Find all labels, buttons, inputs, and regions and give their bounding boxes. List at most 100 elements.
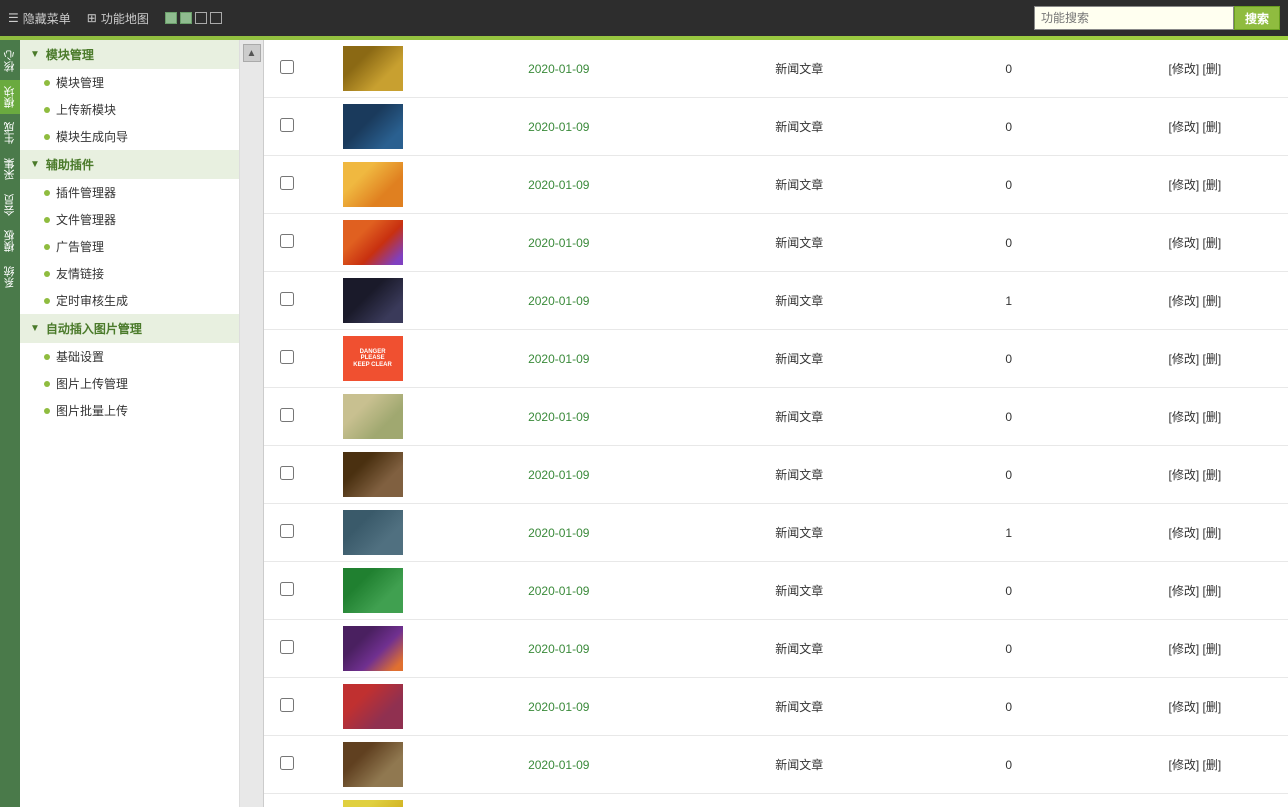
sidebar-section-image[interactable]: ▼ 自动插入图片管理	[20, 314, 239, 343]
sidebar-section-plugin[interactable]: ▼ 辅助插件	[20, 150, 239, 179]
sidebar-section-plugin-label: 辅助插件	[46, 156, 94, 173]
delete-button[interactable]: [删]	[1203, 236, 1222, 250]
thumbnail	[343, 742, 403, 787]
sidebar-item-friendly-link-label: 友情链接	[56, 265, 104, 282]
row-count: 0	[916, 330, 1102, 388]
delete-button[interactable]: [删]	[1203, 468, 1222, 482]
hidden-menu-btn[interactable]: ☰ 隐藏菜单	[8, 10, 71, 27]
arrow-icon: ▼	[30, 49, 40, 60]
search-input[interactable]	[1034, 6, 1234, 30]
edit-button[interactable]: [修改]	[1169, 294, 1200, 308]
row-type: 新闻文章	[683, 446, 916, 504]
thumbnail	[343, 394, 403, 439]
row-type: 新闻文章	[683, 562, 916, 620]
layout-icon-2[interactable]	[180, 12, 192, 24]
arrow-icon: ▼	[30, 323, 40, 334]
vtab-core[interactable]: 核心	[0, 44, 20, 78]
vtab-generate[interactable]: 生成	[0, 116, 20, 150]
row-count: 0	[916, 736, 1102, 794]
table-row: 2020-01-09新闻文章0[修改] [删]	[264, 562, 1288, 620]
edit-button[interactable]: [修改]	[1169, 178, 1200, 192]
edit-button[interactable]: [修改]	[1169, 584, 1200, 598]
dot-icon	[44, 408, 50, 414]
delete-button[interactable]: [删]	[1203, 526, 1222, 540]
edit-button[interactable]: [修改]	[1169, 468, 1200, 482]
delete-button[interactable]: [删]	[1203, 410, 1222, 424]
sidebar-item-ad-manage[interactable]: 广告管理	[20, 233, 239, 260]
edit-button[interactable]: [修改]	[1169, 410, 1200, 424]
delete-button[interactable]: [删]	[1203, 294, 1222, 308]
row-checkbox[interactable]	[280, 524, 294, 538]
table-row: DANGERPLEASEKEEP CLEAR2020-01-09新闻文章0[修改…	[264, 330, 1288, 388]
row-type: 新闻文章	[683, 620, 916, 678]
table-row: 2020-01-09新闻文章0[修改] [删]	[264, 736, 1288, 794]
delete-button[interactable]: [删]	[1203, 584, 1222, 598]
sidebar-item-image-batch-upload-label: 图片批量上传	[56, 402, 128, 419]
row-date: 2020-01-09	[435, 678, 683, 736]
vtab-member[interactable]: 会员	[0, 188, 20, 222]
layout-icon-3[interactable]	[195, 12, 207, 24]
vtab-system[interactable]: 系统	[0, 260, 20, 294]
delete-button[interactable]: [删]	[1203, 62, 1222, 76]
sidebar-item-basic-settings[interactable]: 基础设置	[20, 343, 239, 370]
row-checkbox[interactable]	[280, 60, 294, 74]
edit-button[interactable]: [修改]	[1169, 62, 1200, 76]
sidebar-item-module-wizard[interactable]: 模块生成向导	[20, 123, 239, 150]
row-type: 新闻文章	[683, 504, 916, 562]
sidebar-item-upload-module[interactable]: 上传新模块	[20, 96, 239, 123]
row-checkbox[interactable]	[280, 466, 294, 480]
row-checkbox[interactable]	[280, 640, 294, 654]
sidebar-item-module-manage[interactable]: 模块管理	[20, 69, 239, 96]
function-map-btn[interactable]: ⊞ 功能地图	[87, 10, 149, 27]
row-checkbox[interactable]	[280, 582, 294, 596]
row-checkbox[interactable]	[280, 698, 294, 712]
edit-button[interactable]: [修改]	[1169, 526, 1200, 540]
delete-button[interactable]: [删]	[1203, 120, 1222, 134]
table-row: 2020-01-09新闻文章0[修改] [删]	[264, 214, 1288, 272]
scroll-up-button[interactable]: ▲	[243, 44, 261, 62]
row-checkbox[interactable]	[280, 408, 294, 422]
row-type: 新闻文章	[683, 156, 916, 214]
row-count: 0	[916, 388, 1102, 446]
dot-icon	[44, 354, 50, 360]
delete-button[interactable]: [删]	[1203, 700, 1222, 714]
edit-button[interactable]: [修改]	[1169, 758, 1200, 772]
sidebar-item-upload-module-label: 上传新模块	[56, 101, 116, 118]
layout-icon-4[interactable]	[210, 12, 222, 24]
sidebar-item-timed-review[interactable]: 定时审核生成	[20, 287, 239, 314]
row-checkbox[interactable]	[280, 292, 294, 306]
row-checkbox[interactable]	[280, 234, 294, 248]
sidebar-item-image-upload-manage[interactable]: 图片上传管理	[20, 370, 239, 397]
delete-button[interactable]: [删]	[1203, 178, 1222, 192]
row-checkbox[interactable]	[280, 350, 294, 364]
edit-button[interactable]: [修改]	[1169, 642, 1200, 656]
dot-icon	[44, 271, 50, 277]
edit-button[interactable]: [修改]	[1169, 236, 1200, 250]
table-row: 2020-01-09新闻文章0[修改] [删]	[264, 388, 1288, 446]
table-row: 2020-01-09新闻文章0[修改] [删]	[264, 794, 1288, 807]
edit-button[interactable]: [修改]	[1169, 352, 1200, 366]
sidebar-item-friendly-link[interactable]: 友情链接	[20, 260, 239, 287]
row-checkbox[interactable]	[280, 176, 294, 190]
edit-button[interactable]: [修改]	[1169, 700, 1200, 714]
vtab-collect[interactable]: 采集	[0, 152, 20, 186]
row-type: 新闻文章	[683, 214, 916, 272]
delete-button[interactable]: [删]	[1203, 352, 1222, 366]
sidebar-item-image-batch-upload[interactable]: 图片批量上传	[20, 397, 239, 424]
edit-button[interactable]: [修改]	[1169, 120, 1200, 134]
sidebar-item-image-upload-manage-label: 图片上传管理	[56, 375, 128, 392]
row-checkbox[interactable]	[280, 756, 294, 770]
sidebar-section-module[interactable]: ▼ 模块管理	[20, 40, 239, 69]
row-type: 新闻文章	[683, 272, 916, 330]
row-checkbox[interactable]	[280, 118, 294, 132]
sidebar-item-plugin-manager[interactable]: 插件管理器	[20, 179, 239, 206]
layout-icon-1[interactable]	[165, 12, 177, 24]
vtab-template[interactable]: 模板	[0, 224, 20, 258]
delete-button[interactable]: [删]	[1203, 758, 1222, 772]
sidebar-item-file-manager[interactable]: 文件管理器	[20, 206, 239, 233]
delete-button[interactable]: [删]	[1203, 642, 1222, 656]
vtab-module[interactable]: 模块	[0, 80, 20, 114]
search-button[interactable]: 搜索	[1234, 6, 1280, 30]
thumbnail	[343, 626, 403, 671]
dot-icon	[44, 134, 50, 140]
